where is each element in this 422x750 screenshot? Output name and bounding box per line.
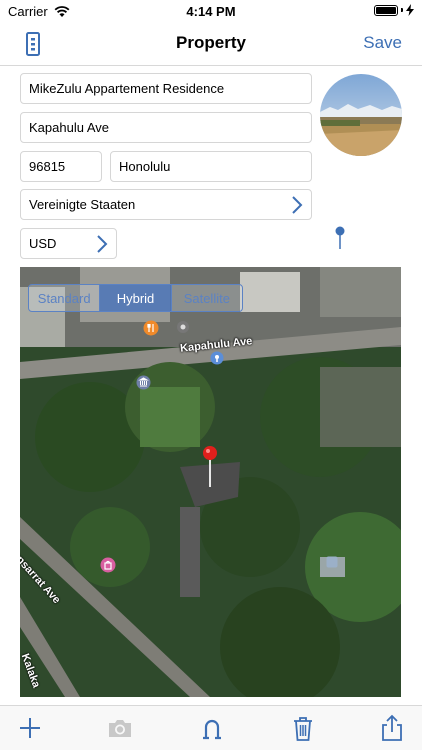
parking-icon[interactable] bbox=[326, 556, 338, 568]
magnet-icon[interactable] bbox=[198, 714, 226, 742]
city-value: Honolulu bbox=[119, 159, 171, 174]
page-title: Property bbox=[176, 33, 246, 52]
poi-dot-icon[interactable] bbox=[176, 320, 190, 334]
zip-value: 96815 bbox=[29, 159, 66, 174]
chevron-right-icon bbox=[292, 195, 303, 214]
location-pin-icon[interactable] bbox=[334, 226, 346, 250]
charging-icon bbox=[406, 4, 414, 16]
trash-icon[interactable] bbox=[289, 714, 317, 742]
chevron-right-icon bbox=[97, 234, 108, 253]
property-name-field[interactable]: MikeZulu Appartement Residence bbox=[20, 73, 312, 104]
street-value: Kapahulu Ave bbox=[29, 120, 109, 135]
save-button[interactable]: Save bbox=[363, 33, 402, 53]
status-time: 4:14 PM bbox=[186, 4, 236, 19]
museum-icon[interactable] bbox=[136, 375, 151, 390]
zip-field[interactable]: 96815 bbox=[20, 151, 102, 182]
property-photo[interactable] bbox=[320, 74, 402, 156]
shopping-icon[interactable] bbox=[100, 557, 116, 573]
transit-icon[interactable] bbox=[210, 351, 224, 365]
navigation-bar: Property Save bbox=[0, 22, 422, 66]
currency-selector[interactable]: USD bbox=[20, 228, 117, 259]
camera-icon[interactable] bbox=[106, 714, 134, 742]
restaurant-icon[interactable] bbox=[143, 320, 159, 336]
property-name-value: MikeZulu Appartement Residence bbox=[29, 81, 225, 96]
segment-hybrid[interactable]: Hybrid bbox=[100, 285, 172, 311]
currency-value: USD bbox=[29, 236, 57, 251]
street-field[interactable]: Kapahulu Ave bbox=[20, 112, 312, 143]
country-value: Vereinigte Staaten bbox=[29, 197, 136, 212]
status-bar: Carrier 4:14 PM bbox=[0, 0, 422, 22]
map-type-segmented-control[interactable]: Standard Hybrid Satellite bbox=[28, 284, 243, 312]
share-icon[interactable] bbox=[378, 714, 406, 742]
country-selector[interactable]: Vereinigte Staaten bbox=[20, 189, 312, 220]
battery-icon bbox=[374, 4, 398, 16]
location-pin-icon[interactable] bbox=[200, 445, 220, 487]
battery-indicator bbox=[374, 4, 414, 16]
city-field[interactable]: Honolulu bbox=[110, 151, 312, 182]
segment-standard[interactable]: Standard bbox=[29, 285, 101, 311]
bottom-toolbar bbox=[0, 705, 422, 750]
plus-icon[interactable] bbox=[16, 714, 44, 742]
segment-satellite[interactable]: Satellite bbox=[171, 285, 242, 311]
map-view[interactable]: Standard Hybrid Satellite Kapahulu Ave M… bbox=[20, 267, 401, 697]
